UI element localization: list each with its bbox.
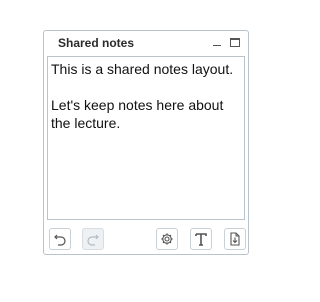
- settings-icon: [161, 233, 173, 245]
- export-icon: [230, 232, 240, 246]
- export-button[interactable]: [224, 228, 246, 250]
- minimize-icon[interactable]: [211, 36, 223, 48]
- notes-toolbar: [44, 226, 248, 254]
- font-button[interactable]: [190, 228, 212, 250]
- font-icon: [195, 233, 207, 246]
- redo-button[interactable]: [82, 228, 104, 250]
- undo-icon: [54, 234, 66, 246]
- notes-line: the lecture.: [51, 115, 121, 131]
- panel-title: Shared notes: [58, 36, 135, 50]
- notes-line: [51, 78, 241, 96]
- notes-line: Let's keep notes here about: [51, 97, 224, 113]
- maximize-icon[interactable]: [229, 36, 241, 48]
- undo-button[interactable]: [49, 228, 71, 250]
- shared-notes-panel: Shared notes This is a shared notes layo…: [43, 30, 249, 255]
- panel-header: Shared notes: [44, 31, 248, 55]
- notes-editor[interactable]: This is a shared notes layout. Let's kee…: [47, 56, 245, 220]
- redo-icon: [87, 234, 99, 246]
- notes-line: This is a shared notes layout.: [51, 61, 234, 77]
- settings-button[interactable]: [156, 228, 178, 250]
